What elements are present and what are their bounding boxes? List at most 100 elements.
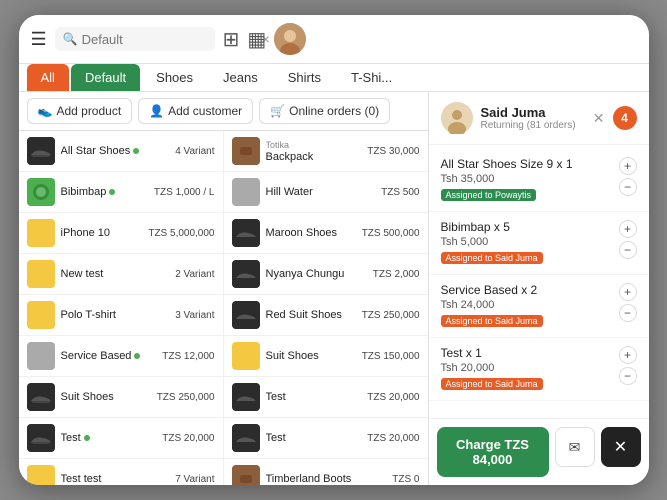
- list-item[interactable]: New test 2 Variant: [19, 254, 223, 295]
- product-thumbnail: [27, 342, 55, 370]
- product-info: Nyanya Chungu: [266, 268, 367, 280]
- product-name: TotikaBackpack: [266, 139, 362, 163]
- product-name: Service Based: [61, 350, 157, 362]
- product-info: All Star Shoes: [61, 145, 170, 157]
- product-name: iPhone 10: [61, 227, 143, 239]
- product-info: Timberland Boots: [266, 473, 387, 485]
- qty-increase-button[interactable]: +: [619, 346, 637, 364]
- charge-button[interactable]: Charge TZS 84,000: [437, 427, 549, 477]
- product-price: TZS 20,000: [162, 433, 214, 444]
- list-item[interactable]: Hill Water TZS 500: [224, 172, 428, 213]
- product-info: Suit Shoes: [266, 350, 356, 362]
- qty-decrease-button[interactable]: −: [619, 241, 637, 259]
- cart-item-name: Test x 1: [441, 346, 543, 360]
- list-item[interactable]: Polo T-shirt 3 Variant: [19, 295, 223, 336]
- list-item[interactable]: Timberland Boots TZS 0: [224, 459, 428, 485]
- product-name: New test: [61, 268, 170, 280]
- customer-avatar: [441, 102, 473, 134]
- add-product-label: Add product: [56, 104, 121, 118]
- list-item[interactable]: Test TZS 20,000: [224, 377, 428, 418]
- products-grid: All Star Shoes 4 Variant Bibimbap TZS 1,…: [19, 131, 428, 485]
- product-price: 4 Variant: [175, 146, 214, 157]
- add-customer-label: Add customer: [168, 104, 242, 118]
- qty-increase-button[interactable]: +: [619, 157, 637, 175]
- product-price: 2 Variant: [175, 269, 214, 280]
- cart-item: Bibimbap x 5 Tsh 5,000 Assigned to Said …: [429, 212, 649, 275]
- list-item[interactable]: Bibimbap TZS 1,000 / L: [19, 172, 223, 213]
- product-thumbnail: [27, 383, 55, 411]
- product-name: Timberland Boots: [266, 473, 387, 485]
- product-name: All Star Shoes: [61, 145, 170, 157]
- product-price: TZS 250,000: [157, 392, 215, 403]
- product-info: Polo T-shirt: [61, 309, 170, 321]
- cart-badge[interactable]: 4: [613, 106, 637, 130]
- add-product-icon: 👟: [38, 104, 53, 118]
- product-info: TotikaBackpack: [266, 139, 362, 163]
- email-button[interactable]: ✉: [555, 427, 595, 467]
- product-price: TZS 20,000: [367, 433, 419, 444]
- cart-item-price: Tsh 20,000: [441, 362, 543, 374]
- tab-jeans[interactable]: Jeans: [209, 64, 272, 91]
- list-item[interactable]: Service Based TZS 12,000: [19, 336, 223, 377]
- add-product-button[interactable]: 👟 Add product: [27, 98, 133, 124]
- list-item[interactable]: TotikaBackpack TZS 30,000: [224, 131, 428, 172]
- cancel-button[interactable]: ✕: [601, 427, 641, 467]
- tab-all[interactable]: All: [27, 64, 69, 91]
- customer-name: Said Juma: [481, 105, 585, 120]
- list-item[interactable]: Red Suit Shoes TZS 250,000: [224, 295, 428, 336]
- grid-view-icon[interactable]: ⊞: [223, 27, 240, 52]
- cancel-icon: ✕: [614, 437, 627, 457]
- close-customer-button[interactable]: ✕: [593, 110, 605, 127]
- left-panel: 👟 Add product 👤 Add customer 🛒 Online or…: [19, 92, 429, 485]
- online-orders-icon: 🛒: [270, 104, 285, 118]
- customer-subtitle: Returning (81 orders): [481, 120, 585, 131]
- search-box: 🔍 ×: [55, 27, 215, 51]
- cart-item: Service Based x 2 Tsh 24,000 Assigned to…: [429, 275, 649, 338]
- product-thumbnail: [27, 465, 55, 485]
- product-name: Test test: [61, 473, 170, 485]
- list-item[interactable]: Suit Shoes TZS 250,000: [19, 377, 223, 418]
- product-thumbnail: [27, 219, 55, 247]
- qty-increase-button[interactable]: +: [619, 220, 637, 238]
- product-thumbnail: [232, 219, 260, 247]
- list-item[interactable]: All Star Shoes 4 Variant: [19, 131, 223, 172]
- qty-decrease-button[interactable]: −: [619, 367, 637, 385]
- product-name: Hill Water: [266, 186, 376, 198]
- cart-item-tag: Assigned to Said Juma: [441, 378, 543, 390]
- barcode-icon[interactable]: ▦: [247, 27, 266, 52]
- main-content: 👟 Add product 👤 Add customer 🛒 Online or…: [19, 92, 649, 485]
- tab-shoes[interactable]: Shoes: [142, 64, 207, 91]
- list-item[interactable]: Test TZS 20,000: [19, 418, 223, 459]
- tab-tshirts[interactable]: T-Shi...: [337, 64, 406, 91]
- tab-shirts[interactable]: Shirts: [274, 64, 335, 91]
- add-customer-button[interactable]: 👤 Add customer: [138, 98, 253, 124]
- product-thumbnail: [232, 301, 260, 329]
- product-thumbnail: [27, 137, 55, 165]
- product-thumbnail: [232, 465, 260, 485]
- product-info: Hill Water: [266, 186, 376, 198]
- product-price: TZS 150,000: [362, 351, 420, 362]
- product-thumbnail: [232, 178, 260, 206]
- product-thumbnail: [27, 178, 55, 206]
- avatar[interactable]: [274, 23, 306, 55]
- list-item[interactable]: Test test 7 Variant: [19, 459, 223, 485]
- list-item[interactable]: Maroon Shoes TZS 500,000: [224, 213, 428, 254]
- list-item[interactable]: Nyanya Chungu TZS 2,000: [224, 254, 428, 295]
- right-panel: Said Juma Returning (81 orders) ✕ 4 All …: [429, 92, 649, 485]
- product-price: TZS 250,000: [362, 310, 420, 321]
- cart-item-tag: Assigned to Said Juma: [441, 315, 543, 327]
- tab-default[interactable]: Default: [71, 64, 140, 91]
- online-orders-button[interactable]: 🛒 Online orders (0): [259, 98, 390, 124]
- cart-item: Test x 1 Tsh 20,000 Assigned to Said Jum…: [429, 338, 649, 401]
- list-item[interactable]: iPhone 10 TZS 5,000,000: [19, 213, 223, 254]
- qty-decrease-button[interactable]: −: [619, 178, 637, 196]
- product-info: Bibimbap: [61, 186, 148, 198]
- hamburger-icon[interactable]: ☰: [31, 29, 47, 50]
- list-item[interactable]: Suit Shoes TZS 150,000: [224, 336, 428, 377]
- product-thumbnail: [232, 424, 260, 452]
- list-item[interactable]: Test TZS 20,000: [224, 418, 428, 459]
- product-name: Suit Shoes: [61, 391, 151, 403]
- qty-increase-button[interactable]: +: [619, 283, 637, 301]
- qty-decrease-button[interactable]: −: [619, 304, 637, 322]
- product-info: iPhone 10: [61, 227, 143, 239]
